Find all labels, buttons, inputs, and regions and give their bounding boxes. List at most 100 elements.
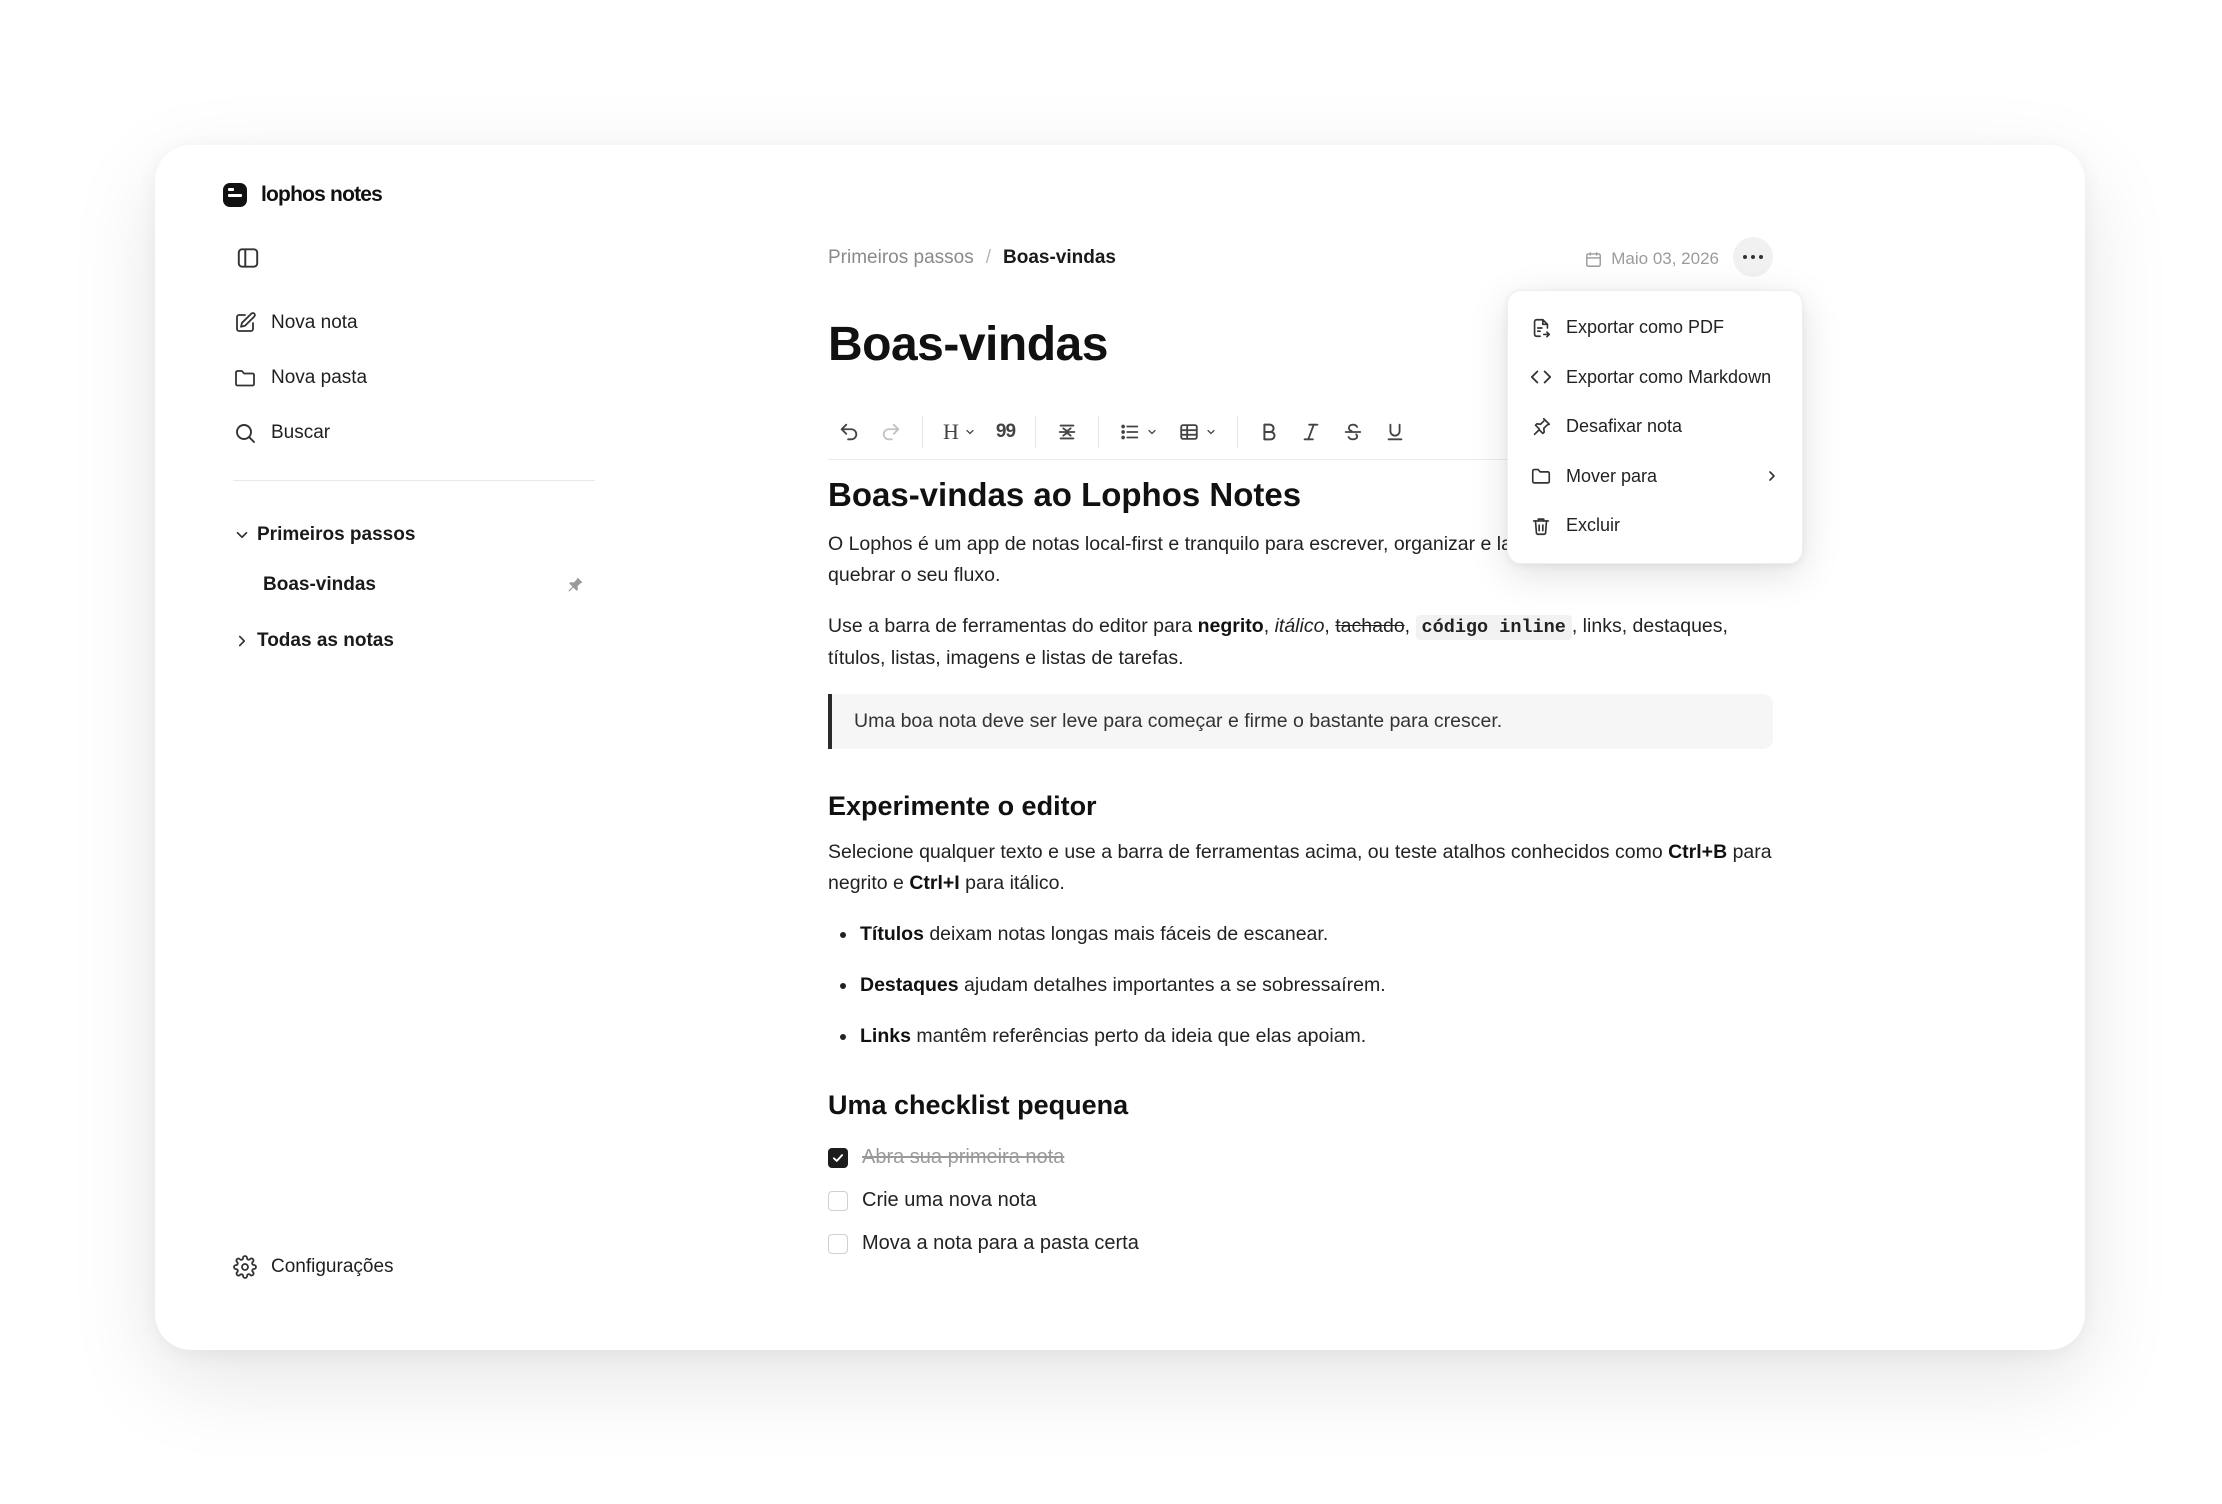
text-span: , xyxy=(1263,615,1275,637)
checkbox[interactable] xyxy=(828,1233,848,1254)
new-folder-label: Nova pasta xyxy=(271,366,368,388)
chevron-down-icon xyxy=(1148,429,1156,435)
menu-item-delete[interactable]: Excluir xyxy=(1508,501,1802,551)
sidebar-divider xyxy=(233,480,595,481)
strikethrough-icon xyxy=(1344,423,1362,441)
strike-text: tachado xyxy=(1335,615,1405,637)
tree-note-boas-vindas[interactable]: Boas-vindas xyxy=(233,560,595,610)
breadcrumb-separator: / xyxy=(985,247,991,268)
toolbar-separator xyxy=(922,416,923,448)
text-span: , xyxy=(1404,615,1416,637)
sidebar: lophos notes Nova nota Nova pasta Buscar xyxy=(155,145,625,1350)
app-logo[interactable]: lophos notes xyxy=(223,183,383,207)
note-title[interactable]: Boas-vindas xyxy=(828,317,1108,372)
note-body[interactable]: Boas-vindas ao Lophos Notes O Lophos é u… xyxy=(828,475,1773,1265)
heading-2-checklist: Uma checklist pequena xyxy=(828,1090,1129,1120)
bold-button[interactable] xyxy=(1248,412,1290,452)
breadcrumb-current: Boas-vindas xyxy=(1003,247,1116,268)
toolbar-separator xyxy=(1098,416,1100,448)
italic-button[interactable] xyxy=(1290,412,1332,452)
date-label: Maio 03, 2026 xyxy=(1611,249,1719,268)
strikethrough-button[interactable] xyxy=(1332,412,1374,452)
italic-text: itálico xyxy=(1274,615,1325,637)
settings-label: Configurações xyxy=(271,1256,394,1277)
heading-dropdown[interactable]: H xyxy=(933,412,986,452)
new-folder-button[interactable]: Nova pasta xyxy=(233,350,367,405)
more-options-button[interactable] xyxy=(1733,237,1773,277)
logo-icon xyxy=(223,183,247,207)
list-item: Títulos deixam notas longas mais fáceis … xyxy=(858,919,1773,950)
checkbox[interactable] xyxy=(828,1190,848,1211)
undo-button[interactable] xyxy=(828,412,870,452)
pin-icon[interactable] xyxy=(565,575,585,595)
edit-icon xyxy=(236,311,256,332)
trash-icon xyxy=(1532,518,1550,535)
quote-icon: 99 xyxy=(995,421,1016,442)
checklist-item: Crie uma nova nota xyxy=(828,1179,1773,1222)
blockquote-button[interactable]: 99 xyxy=(986,412,1025,452)
text-span: Use a barra de ferramentas do editor par… xyxy=(828,615,1198,637)
menu-item-export-markdown[interactable]: Exportar como Markdown xyxy=(1508,353,1802,403)
menu-item-label: Exportar como Markdown xyxy=(1566,366,1772,387)
tree-folder-label: Primeiros passos xyxy=(257,524,416,545)
menu-item-label: Exportar como PDF xyxy=(1566,317,1725,338)
new-note-button[interactable]: Nova nota xyxy=(233,295,367,350)
toolbar-separator xyxy=(1237,416,1239,448)
breadcrumb: Primeiros passos / Boas-vindas xyxy=(828,247,1116,269)
text-span: Selecione qualquer texto e use a barra d… xyxy=(828,841,1669,863)
checklist-label: Mova a nota para a pasta certa xyxy=(862,1232,1139,1254)
folder-icon xyxy=(1531,469,1551,484)
search-button[interactable]: Buscar xyxy=(233,405,367,460)
app-name: lophos notes xyxy=(261,183,383,206)
redo-button[interactable] xyxy=(870,412,912,452)
tree-folder-todas-as-notas[interactable]: Todas as notas xyxy=(233,616,595,666)
menu-item-label: Excluir xyxy=(1566,515,1621,536)
list-item-text: deixam notas longas mais fáceis de escan… xyxy=(923,923,1329,945)
settings-button[interactable]: Configurações xyxy=(233,1255,394,1279)
note-date: Maio 03, 2026 xyxy=(1584,249,1719,269)
menu-item-move-to[interactable]: Mover para xyxy=(1508,452,1802,502)
breadcrumb-parent[interactable]: Primeiros passos xyxy=(828,247,974,269)
checklist-label: Crie uma nova nota xyxy=(862,1189,1037,1211)
divider-button[interactable] xyxy=(1046,412,1088,452)
list-dropdown[interactable] xyxy=(1109,412,1168,452)
heading-icon: H xyxy=(943,419,959,444)
list-item-bold: Títulos xyxy=(860,923,924,945)
inline-code: código inline xyxy=(1415,615,1572,640)
menu-item-unpin[interactable]: Desafixar nota xyxy=(1508,402,1802,452)
table-dropdown[interactable] xyxy=(1168,412,1227,452)
sidebar-actions: Nova nota Nova pasta Buscar xyxy=(233,295,367,460)
checkbox-checked[interactable] xyxy=(828,1147,848,1168)
italic-icon xyxy=(1303,423,1319,441)
folder-icon xyxy=(235,369,255,386)
menu-item-label: Mover para xyxy=(1566,465,1658,486)
bullet-list: Títulos deixam notas longas mais fáceis … xyxy=(828,919,1773,1052)
app-window: lophos notes Nova nota Nova pasta Buscar xyxy=(155,145,2085,1350)
underline-button[interactable] xyxy=(1374,412,1416,452)
new-note-label: Nova nota xyxy=(271,311,358,333)
toolbar-separator xyxy=(1035,416,1037,448)
ellipsis-dot xyxy=(1751,255,1755,259)
menu-item-export-pdf[interactable]: Exportar como PDF xyxy=(1508,303,1802,353)
text-span: para itálico. xyxy=(959,872,1065,894)
list-icon xyxy=(1121,424,1139,440)
horizontal-rule-icon xyxy=(1058,424,1076,440)
list-item: Links mantêm referências perto da ideia … xyxy=(858,1021,1773,1052)
ellipsis-icon xyxy=(1743,255,1747,259)
pin-icon xyxy=(1533,417,1551,435)
search-label: Buscar xyxy=(271,421,331,443)
shortcut-italic: Ctrl+I xyxy=(909,872,960,894)
checklist-item: Abra sua primeira nota xyxy=(828,1136,1773,1179)
chevron-down-icon xyxy=(966,429,974,435)
checklist-item: Mova a nota para a pasta certa xyxy=(828,1222,1773,1265)
shortcut-bold: Ctrl+B xyxy=(1668,841,1728,863)
text-span: , xyxy=(1324,615,1336,637)
tree-folder-primeiros-passos[interactable]: Primeiros passos xyxy=(233,510,595,560)
blockquote: Uma boa nota deve ser leve para começar … xyxy=(828,694,1773,749)
checklist: Abra sua primeira nota Crie uma nova not… xyxy=(828,1136,1773,1265)
list-item-text: mantêm referências perto da ideia que el… xyxy=(910,1025,1367,1047)
note-options-menu: Exportar como PDF Exportar como Markdown… xyxy=(1507,290,1803,564)
calendar-icon xyxy=(1586,251,1602,267)
sidebar-toggle-icon[interactable] xyxy=(235,245,261,271)
chevron-right-icon xyxy=(238,635,246,647)
